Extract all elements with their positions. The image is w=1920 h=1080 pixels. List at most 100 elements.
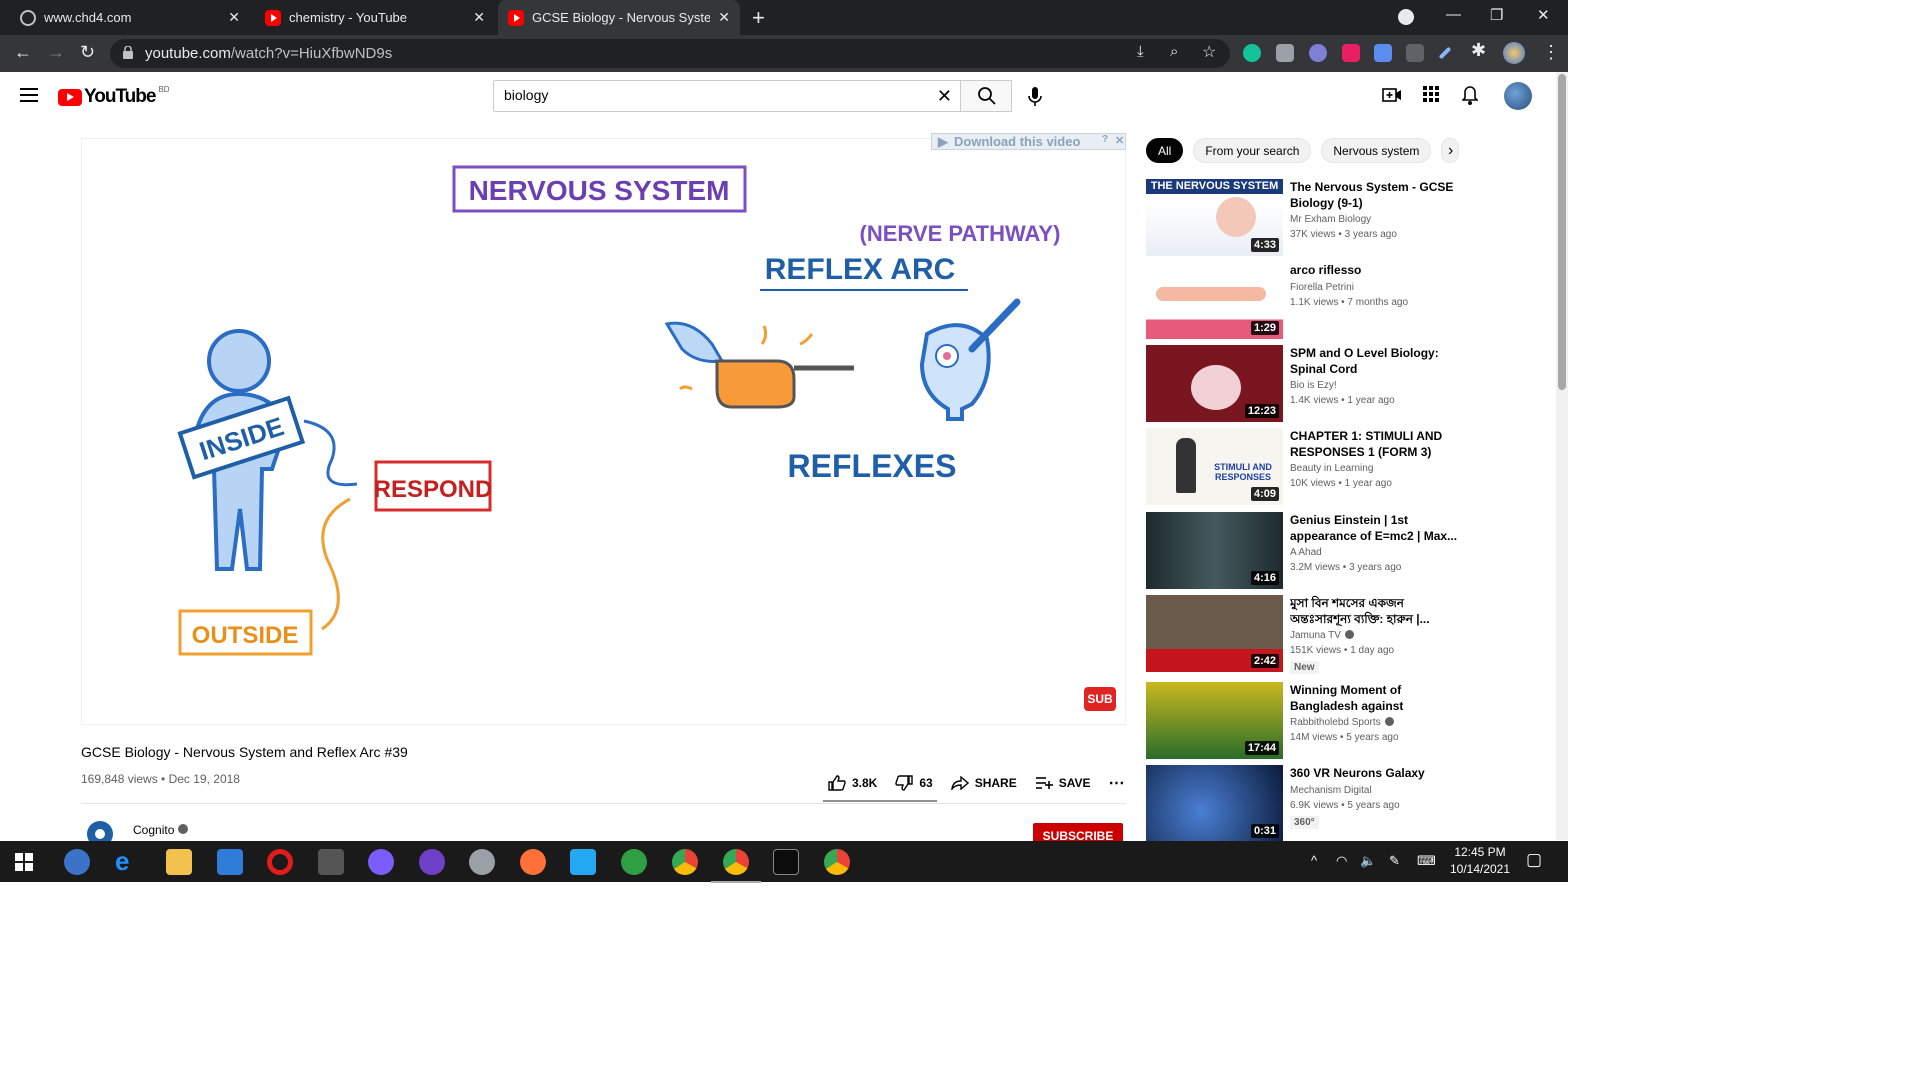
keyboard-icon[interactable]: ⌨ bbox=[1417, 853, 1436, 869]
forward-icon[interactable]: → bbox=[47, 42, 65, 63]
video-title[interactable]: SPM and O Level Biology: Spinal Cord bbox=[1290, 345, 1458, 377]
vscode-icon[interactable] bbox=[570, 849, 596, 875]
restore-icon[interactable]: ❐ bbox=[1490, 6, 1503, 24]
recommended-video[interactable]: 4:16 Genius Einstein | 1st appearance of… bbox=[1146, 512, 1546, 590]
channel-name[interactable]: Mr Exham Biology bbox=[1290, 214, 1371, 225]
video-title[interactable]: মুসা বিন শমসের একজন অন্তঃসারশূন্য ব্যক্ত… bbox=[1290, 595, 1458, 627]
video-title[interactable]: The Nervous System - GCSE Biology (9-1) bbox=[1290, 179, 1458, 211]
microphone-icon[interactable] bbox=[1028, 87, 1042, 107]
notifications-bell-icon[interactable] bbox=[1462, 86, 1478, 105]
profile-avatar-icon[interactable] bbox=[1503, 42, 1525, 64]
minimize-icon[interactable]: — bbox=[1446, 6, 1461, 23]
more-actions-icon[interactable]: ⋯ bbox=[1109, 773, 1125, 793]
video-player[interactable]: NERVOUS SYSTEM (NERVE PATHWAY) REFLEX AR… bbox=[81, 138, 1126, 725]
qbittorrent-icon[interactable] bbox=[64, 849, 90, 875]
play-extension-icon[interactable] bbox=[1342, 44, 1360, 62]
channel-name[interactable]: Fiorella Petrini bbox=[1290, 282, 1354, 293]
tab-chd4[interactable]: www.chd4.com ✕ bbox=[10, 0, 250, 35]
github-desktop-icon[interactable] bbox=[419, 849, 445, 875]
channel-name[interactable]: Jamuna TV bbox=[1290, 630, 1354, 641]
bookmark-star-icon[interactable]: ☆ bbox=[1202, 42, 1216, 62]
video-title[interactable]: Winning Moment of Bangladesh against Pak… bbox=[1290, 682, 1458, 714]
extension-icon[interactable] bbox=[1309, 44, 1327, 62]
tray-overflow-icon[interactable]: ^ bbox=[1311, 853, 1317, 868]
grammarly-extension-icon[interactable] bbox=[1243, 44, 1261, 62]
subscribe-button[interactable]: SUBSCRIBE bbox=[1033, 823, 1123, 843]
chrome-profile-icon[interactable] bbox=[824, 849, 850, 875]
video-title[interactable]: Genius Einstein | 1st appearance of E=mc… bbox=[1290, 512, 1458, 544]
chrome-active-icon[interactable] bbox=[711, 849, 761, 883]
channel-name[interactable]: Beauty in Learning bbox=[1290, 463, 1373, 474]
recommended-video[interactable]: 2:42 মুসা বিন শমসের একজন অন্তঃসারশূন্য ব… bbox=[1146, 595, 1546, 674]
close-window-icon[interactable]: ✕ bbox=[1537, 6, 1550, 24]
messenger-icon[interactable] bbox=[368, 849, 394, 875]
firefox-icon[interactable] bbox=[520, 849, 546, 875]
clear-search-icon[interactable]: ✕ bbox=[937, 86, 952, 107]
address-bar[interactable]: youtube.com/watch?v=HiuXfbwND9s ⤓ ⌕ ☆ bbox=[110, 39, 1230, 68]
channel-avatar-gear-icon[interactable] bbox=[84, 818, 116, 842]
close-banner-icon[interactable]: ✕ bbox=[1115, 134, 1124, 147]
search-input[interactable] bbox=[504, 87, 924, 103]
channel-name[interactable]: Rabbitholebd Sports bbox=[1290, 717, 1394, 728]
edge-icon[interactable]: e bbox=[115, 848, 141, 875]
close-tab-icon[interactable]: ✕ bbox=[718, 9, 730, 26]
apps-grid-icon[interactable] bbox=[1423, 86, 1439, 102]
video-thumbnail[interactable]: 0:31 bbox=[1146, 765, 1283, 842]
opera-icon[interactable] bbox=[267, 849, 293, 875]
video-thumbnail[interactable]: 12:23 bbox=[1146, 345, 1283, 422]
close-tab-icon[interactable]: ✕ bbox=[473, 9, 485, 26]
close-tab-icon[interactable]: ✕ bbox=[228, 9, 240, 26]
recommended-video[interactable]: 17:44 Winning Moment of Bangladesh again… bbox=[1146, 682, 1546, 760]
search-button[interactable] bbox=[960, 80, 1012, 112]
dislike-button[interactable]: 63 bbox=[895, 775, 933, 791]
channel-name[interactable]: A Ahad bbox=[1290, 547, 1322, 558]
pen-extension-icon[interactable] bbox=[1438, 46, 1452, 60]
recommended-video[interactable]: 0:31 360 VR Neurons Galaxy Mechanism Dig… bbox=[1146, 765, 1546, 843]
video-title[interactable]: arco riflesso bbox=[1290, 262, 1458, 278]
scrollbar-thumb[interactable] bbox=[1558, 74, 1566, 390]
menu-icon[interactable] bbox=[20, 88, 38, 102]
chrome-icon[interactable] bbox=[672, 849, 698, 875]
install-icon[interactable]: ⤓ bbox=[1137, 43, 1144, 60]
video-thumbnail[interactable]: THE NERVOUS SYSTEM 4:33 bbox=[1146, 179, 1283, 256]
app-icon[interactable] bbox=[621, 849, 647, 875]
channel-name[interactable]: Mechanism Digital bbox=[1290, 785, 1372, 796]
subscribe-watermark[interactable]: SUB bbox=[1084, 687, 1116, 711]
app-icon[interactable] bbox=[469, 849, 495, 875]
recommended-video[interactable]: STIMULI AND RESPONSES 4:09 CHAPTER 1: ST… bbox=[1146, 428, 1546, 506]
windows-start-icon[interactable] bbox=[15, 853, 33, 871]
channel-name[interactable]: Cognito bbox=[133, 823, 174, 837]
recommended-video[interactable]: THE NERVOUS SYSTEM 4:33 The Nervous Syst… bbox=[1146, 179, 1546, 257]
chip-from-your-search[interactable]: From your search bbox=[1193, 138, 1312, 163]
back-icon[interactable]: ← bbox=[14, 42, 32, 63]
download-video-banner[interactable]: ▶ Download this video ? ✕ bbox=[931, 133, 1126, 150]
video-thumbnail[interactable]: 17:44 bbox=[1146, 682, 1283, 759]
youtube-logo[interactable]: YouTube BD bbox=[58, 85, 170, 108]
create-video-icon[interactable] bbox=[1382, 86, 1402, 104]
chrome-menu-icon[interactable]: ⋮ bbox=[1542, 42, 1560, 63]
chevron-right-icon[interactable]: › bbox=[1448, 142, 1453, 160]
video-thumbnail[interactable]: 1:29 bbox=[1146, 262, 1283, 339]
wifi-icon[interactable]: ◠ bbox=[1336, 853, 1347, 869]
chip-all[interactable]: All bbox=[1146, 138, 1184, 163]
tab-search-icon[interactable] bbox=[1398, 9, 1414, 25]
pen-icon[interactable]: ✎ bbox=[1389, 853, 1400, 869]
channel-name[interactable]: Bio is Ezy! bbox=[1290, 380, 1337, 391]
volume-icon[interactable]: 🔈 bbox=[1360, 853, 1376, 869]
help-icon[interactable]: ? bbox=[1102, 134, 1108, 145]
video-title[interactable]: CHAPTER 1: STIMULI AND RESPONSES 1 (FORM… bbox=[1290, 428, 1458, 460]
video-title[interactable]: 360 VR Neurons Galaxy bbox=[1290, 765, 1458, 781]
zoom-icon[interactable]: ⌕ bbox=[1170, 43, 1178, 60]
video-thumbnail[interactable]: STIMULI AND RESPONSES 4:09 bbox=[1146, 428, 1283, 505]
like-button[interactable]: 3.8K bbox=[828, 775, 877, 791]
video-thumbnail[interactable]: 2:42 bbox=[1146, 595, 1283, 672]
share-button[interactable]: SHARE bbox=[950, 776, 1017, 790]
window-extension-icon[interactable] bbox=[1406, 44, 1424, 62]
system-clock[interactable]: 12:45 PM 10/14/2021 bbox=[1440, 844, 1520, 878]
reload-icon[interactable]: ↻ bbox=[80, 42, 95, 63]
new-tab-icon[interactable]: + bbox=[752, 5, 765, 31]
save-button[interactable]: SAVE bbox=[1035, 776, 1091, 790]
account-avatar[interactable] bbox=[1504, 82, 1532, 110]
download-extension-icon[interactable] bbox=[1374, 44, 1392, 62]
recommended-video[interactable]: 1:29 arco riflesso Fiorella Petrini 1.1K… bbox=[1146, 262, 1546, 340]
